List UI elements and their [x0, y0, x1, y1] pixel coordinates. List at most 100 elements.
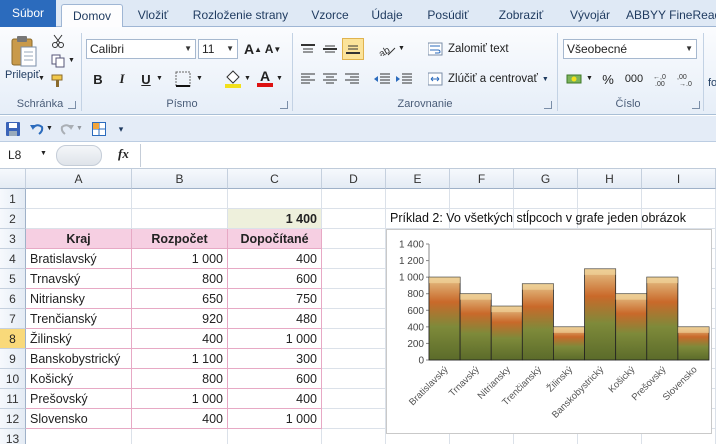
tab-review[interactable]: Posúdiť [424, 4, 472, 27]
row-header-8[interactable]: 8 [0, 329, 26, 349]
formula-input[interactable] [140, 144, 716, 167]
copy-dropdown-icon[interactable]: ▼ [68, 57, 75, 64]
row-header-12[interactable]: 12 [0, 409, 26, 429]
percent-style-button[interactable]: % [598, 69, 618, 89]
tab-developer[interactable]: Vývojár [565, 4, 615, 27]
clipboard-launcher-icon[interactable] [68, 101, 76, 109]
row-header-1[interactable]: 1 [0, 189, 26, 209]
region-name-cell[interactable]: Trnavský [26, 269, 132, 289]
save-icon[interactable] [4, 120, 22, 138]
region-name-cell[interactable]: Slovensko [26, 409, 132, 429]
paste-dropdown-icon[interactable]: ▼ [38, 75, 45, 82]
accounting-dropdown-icon[interactable]: ▼ [586, 75, 593, 82]
number-format-combo[interactable]: Všeobecné ▼ [563, 39, 697, 59]
region-name-cell[interactable]: Nitriansky [26, 289, 132, 309]
cell[interactable] [386, 189, 450, 209]
alignment-launcher-icon[interactable] [544, 101, 552, 109]
tab-insert[interactable]: Vložiť [130, 4, 176, 27]
underline-dropdown-icon[interactable]: ▼ [156, 75, 163, 82]
align-right-icon[interactable] [342, 69, 362, 89]
chart[interactable]: 0 200 400 600 800 1 000 1 200 1 400 Bratislavský… [386, 229, 712, 434]
wrap-text-button[interactable]: Zalomiť text [428, 39, 528, 59]
underline-button[interactable]: U [136, 69, 156, 89]
cell[interactable] [322, 309, 386, 329]
redo-dropdown-icon[interactable]: ▼ [76, 125, 83, 132]
paste-icon[interactable] [6, 31, 42, 71]
row-header-10[interactable]: 10 [0, 369, 26, 389]
row-header-9[interactable]: 9 [0, 349, 26, 369]
copy-icon[interactable] [50, 53, 66, 69]
row-header-2[interactable]: 2 [0, 209, 26, 229]
region-name-cell[interactable]: Košický [26, 369, 132, 389]
row-header-11[interactable]: 11 [0, 389, 26, 409]
redo-icon[interactable] [58, 120, 76, 138]
region-name-cell[interactable]: Prešovský [26, 389, 132, 409]
region-name-cell[interactable]: Žilinský [26, 329, 132, 349]
tab-formulas[interactable]: Vzorce [306, 4, 354, 27]
number-launcher-icon[interactable] [692, 101, 700, 109]
cell[interactable] [578, 189, 642, 209]
paste-button-label[interactable]: Prilepiť [5, 69, 40, 81]
bold-button[interactable]: B [88, 69, 108, 89]
budget-cell[interactable]: 650 [132, 289, 228, 309]
grow-font-button[interactable]: A ▲ [244, 39, 262, 59]
budget-cell[interactable]: 920 [132, 309, 228, 329]
row-header-5[interactable]: 5 [0, 269, 26, 289]
budget-cell[interactable]: 400 [132, 409, 228, 429]
column-header-c[interactable]: C [228, 169, 322, 189]
cell[interactable] [514, 189, 578, 209]
cell[interactable] [228, 429, 322, 444]
column-header-f[interactable]: F [450, 169, 514, 189]
merge-center-button[interactable]: Zlúčiť a centrovať ▼ [428, 69, 552, 89]
increase-decimal-icon[interactable]: ←,0,00 [652, 69, 674, 89]
row-header-13[interactable]: 13 [0, 429, 26, 444]
cell[interactable] [26, 429, 132, 444]
column-header-e[interactable]: E [386, 169, 450, 189]
decrease-indent-icon[interactable] [372, 69, 392, 89]
region-name-cell[interactable]: Trenčianský [26, 309, 132, 329]
budget-cell[interactable]: 1 100 [132, 349, 228, 369]
align-middle-icon[interactable] [320, 39, 340, 59]
total-cell[interactable]: 1 400 [228, 209, 322, 229]
undo-icon[interactable] [28, 120, 46, 138]
borders-icon[interactable] [172, 69, 194, 89]
align-left-icon[interactable] [298, 69, 318, 89]
align-top-icon[interactable] [298, 39, 318, 59]
tab-data[interactable]: Údaje [367, 4, 407, 27]
remainder-cell[interactable]: 600 [228, 369, 322, 389]
formula-bar-splitter[interactable] [56, 145, 102, 166]
column-header-b[interactable]: B [132, 169, 228, 189]
header-rozpocet[interactable]: Rozpočet [132, 229, 228, 249]
budget-cell[interactable]: 800 [132, 369, 228, 389]
format-painter-icon[interactable] [50, 73, 66, 89]
cell[interactable] [132, 209, 228, 229]
accounting-format-icon[interactable] [564, 69, 586, 89]
tab-view[interactable]: Zobraziť [492, 4, 550, 27]
remainder-cell[interactable]: 1 000 [228, 329, 322, 349]
cell[interactable] [228, 189, 322, 209]
remainder-cell[interactable]: 300 [228, 349, 322, 369]
select-all-corner[interactable] [0, 169, 26, 189]
cell[interactable] [322, 189, 386, 209]
header-dopocitane[interactable]: Dopočítané [228, 229, 322, 249]
cell[interactable] [642, 189, 716, 209]
font-color-button[interactable]: A [254, 67, 276, 89]
increase-indent-icon[interactable] [394, 69, 414, 89]
remainder-cell[interactable]: 1 000 [228, 409, 322, 429]
align-bottom-icon[interactable] [342, 38, 364, 60]
region-name-cell[interactable]: Banskobystrický [26, 349, 132, 369]
italic-button[interactable]: I [112, 69, 132, 89]
column-header-i[interactable]: I [642, 169, 716, 189]
column-header-d[interactable]: D [322, 169, 386, 189]
borders-qat-icon[interactable] [90, 120, 108, 138]
name-box-dropdown-icon[interactable]: ▼ [40, 150, 47, 157]
column-header-h[interactable]: H [578, 169, 642, 189]
fill-color-dropdown-icon[interactable]: ▼ [244, 75, 251, 82]
cell[interactable] [322, 389, 386, 409]
insert-function-button[interactable]: fx [118, 146, 129, 162]
cell[interactable] [322, 289, 386, 309]
cell[interactable] [132, 429, 228, 444]
budget-cell[interactable]: 800 [132, 269, 228, 289]
budget-cell[interactable]: 1 000 [132, 249, 228, 269]
cell[interactable] [450, 189, 514, 209]
